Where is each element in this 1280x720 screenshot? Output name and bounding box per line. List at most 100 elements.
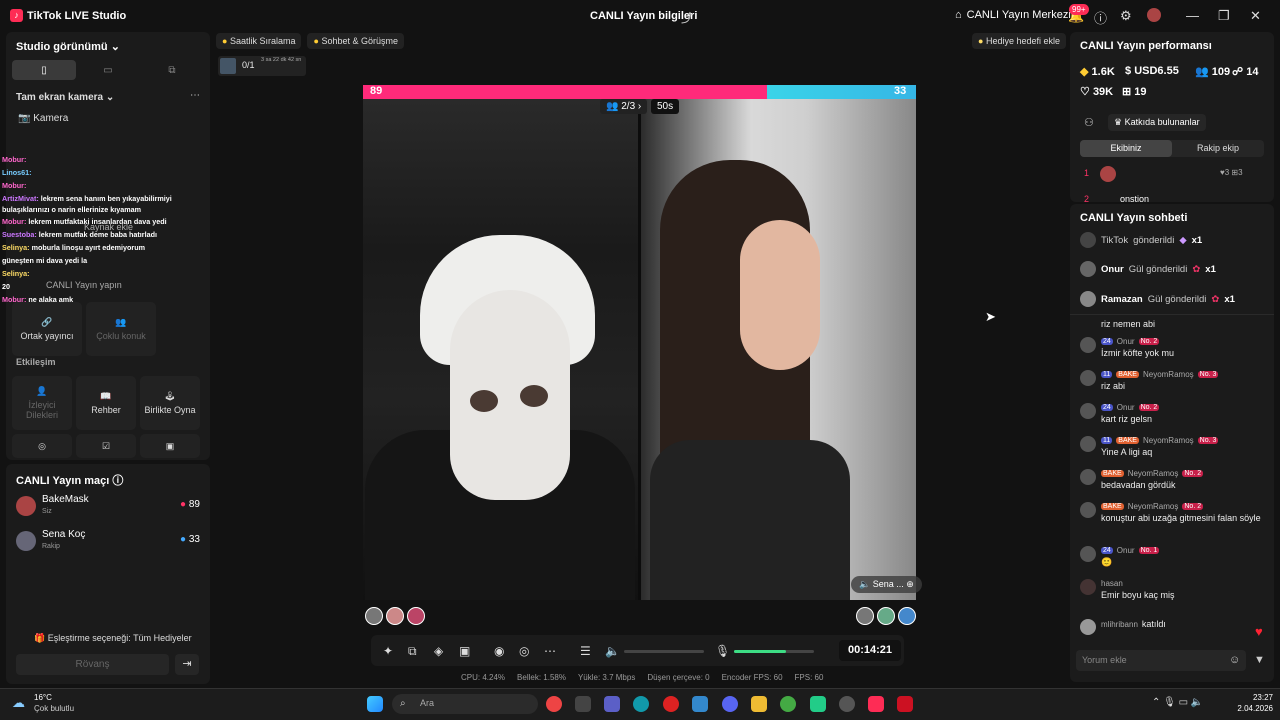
tiktok-studio-icon[interactable] [810, 696, 826, 712]
round-value: 2/3 [621, 101, 636, 112]
task-view-icon[interactable] [575, 696, 591, 712]
minimize-icon[interactable]: — [1186, 8, 1199, 23]
emoji-icon[interactable]: ☺ [1229, 654, 1240, 666]
magic-wand-icon[interactable]: ✦ [383, 644, 393, 658]
rematch-button[interactable]: Rövanş [16, 654, 169, 675]
overlay-line: Mobur: [2, 155, 26, 164]
right-supporters [856, 607, 916, 625]
maximize-icon[interactable]: ❐ [1218, 8, 1230, 24]
speaker-icon: 🔈 [859, 579, 871, 589]
level-badge: 11 [1101, 437, 1113, 444]
overlay-line: ArtizMivat: lekrem sena hanım ben yıkaya… [2, 194, 172, 203]
guide-tile[interactable]: 📖 Rehber [76, 376, 136, 430]
effects-icon[interactable]: ⧉ [408, 644, 417, 659]
folder-icon[interactable] [751, 696, 767, 712]
avatar [1080, 370, 1096, 386]
split-layout-icon[interactable]: ⧉ [140, 60, 204, 80]
close-icon[interactable]: ✕ [1250, 8, 1261, 24]
rank-number: 1 [1084, 168, 1090, 178]
landscape-layout-icon[interactable]: ▭ [76, 60, 140, 80]
camera-source[interactable]: 📷 Kamera [18, 113, 68, 124]
discord-icon[interactable] [722, 696, 738, 712]
co-host-label: Ortak yayıncı [20, 331, 74, 341]
studio-view-dropdown[interactable]: Studio görünümü ⌄ [16, 40, 120, 53]
viewer-wishes-tile[interactable]: 👤 İzleyici Dilekleri [12, 376, 72, 430]
gear-icon[interactable]: ⚙ [1120, 8, 1132, 24]
box-tile[interactable]: ▣ [140, 434, 200, 458]
message-user: Onur [1116, 337, 1135, 346]
app-title: TikTok LIVE Studio [27, 10, 127, 22]
help-icon[interactable]: ⓘ [1094, 8, 1107, 27]
settings-sliders-icon[interactable]: ☰ [580, 644, 591, 658]
player-name: BakeMask [42, 494, 89, 505]
ai-icon[interactable]: ◈ [434, 644, 443, 658]
more-icon[interactable]: ⋯ [190, 90, 200, 101]
comment-input[interactable]: Yorum ekle [1076, 650, 1246, 671]
app-icon[interactable] [839, 696, 855, 712]
pairing-option[interactable]: 🎁 Eşleştirme seçeneği: Tüm Hediyeler [34, 633, 192, 644]
avatar [386, 607, 404, 625]
taskbar-search[interactable]: Ara [392, 694, 538, 714]
record-icon[interactable]: ◉ [494, 644, 504, 658]
person-edit-icon[interactable]: ⚇ [1084, 116, 1094, 129]
volume-slider[interactable] [624, 650, 704, 653]
tiktok-icon[interactable] [868, 696, 884, 712]
avatar[interactable] [1147, 8, 1161, 22]
goal-widget[interactable]: 0/1 3 sa 22 dk 42 sn [218, 56, 306, 76]
co-host-tile[interactable]: 🔗 Ortak yayıncı [12, 302, 82, 356]
message-user: mlihribann [1101, 619, 1138, 629]
guest-tag[interactable]: 🔈 Sena ... ⊕ [851, 576, 922, 593]
chrome-icon[interactable] [546, 696, 562, 712]
avatar [1080, 403, 1096, 419]
stat-upload: Yükle: 3.7 Mbps [577, 673, 636, 682]
gift-sender: Onur [1101, 263, 1124, 275]
camera-section-label[interactable]: Tam ekran kamera ⌄ [16, 92, 114, 103]
hourly-ranking-chip[interactable]: ● Saatlik Sıralama [216, 33, 302, 49]
rank-badge: No. 2 [1138, 338, 1160, 345]
tab-your-team[interactable]: Ekibiniz [1080, 140, 1172, 157]
gift-goal-button[interactable]: ● Hediye hedefi ekle [972, 33, 1067, 49]
screen-icon[interactable]: ▣ [459, 644, 470, 658]
tab-rival-team[interactable]: Rakip ekip [1172, 140, 1264, 157]
exit-icon[interactable]: ⇥ [175, 654, 199, 675]
chat-meeting-chip[interactable]: ● Sohbet & Görüşme [307, 33, 404, 49]
layout-segment[interactable]: ▯ ▭ ⧉ [12, 60, 204, 80]
message-user: NeyomRamoş [1127, 469, 1179, 478]
target-tile[interactable]: ◎ [12, 434, 72, 458]
viewers-stat: 👥 109 [1195, 65, 1230, 78]
contributors-button[interactable]: ♛ Katkıda bulunanlar [1108, 114, 1206, 131]
checklist-tile[interactable]: ☑ [76, 434, 136, 458]
help-icon[interactable]: ⓘ [112, 475, 123, 487]
more-icon[interactable]: ⋯ [544, 644, 556, 658]
mail-icon[interactable] [692, 696, 708, 712]
overlay-name: Linos61: [2, 168, 32, 177]
multi-guest-tile[interactable]: 👥 Çoklu konuk [86, 302, 156, 356]
teams-icon[interactable] [604, 696, 620, 712]
diamonds-stat: ◆ 1.6K [1080, 65, 1115, 78]
overlay-text: lekrem sena hanım ben yıkayabilirmiyi [40, 194, 172, 203]
filter-icon[interactable]: ▼ [1254, 654, 1265, 666]
live-center-button[interactable]: ⌂ CANLI Yayın Merkezi [955, 9, 1071, 21]
edge-icon[interactable] [633, 696, 649, 712]
avatar [1080, 261, 1096, 277]
checklist-icon: ☑ [101, 440, 111, 451]
round-indicator: 👥 2/3 › [600, 99, 648, 114]
youtube-icon[interactable] [897, 696, 913, 712]
opera-icon[interactable] [663, 696, 679, 712]
share-icon[interactable]: ⤴ [681, 9, 693, 26]
target-icon[interactable]: ◎ [519, 644, 529, 658]
add-source-button[interactable]: Kaynak ekle [84, 222, 133, 232]
message-user: NeyomRamoş [1142, 436, 1194, 445]
speaker-icon[interactable]: 🔈 [605, 644, 620, 658]
tray-icons[interactable]: ⌃ 🎙 ▭ 🔈 [1152, 697, 1203, 708]
windows-start-icon[interactable] [367, 696, 383, 712]
mic-slider[interactable] [734, 650, 814, 653]
play-together-tile[interactable]: 🕹 Birlikte Oyna [140, 376, 200, 430]
chrome-alt-icon[interactable] [780, 696, 796, 712]
microphone-icon[interactable]: 🎙 [715, 644, 730, 658]
likes-stat: ♡ 39K [1080, 85, 1113, 98]
portrait-layout-icon[interactable]: ▯ [12, 60, 76, 80]
level-badge: 24 [1101, 404, 1113, 411]
guest-tiles: 🔗 Ortak yayıncı 👥 Çoklu konuk [12, 302, 156, 356]
message-text: katıldı [1141, 619, 1166, 629]
